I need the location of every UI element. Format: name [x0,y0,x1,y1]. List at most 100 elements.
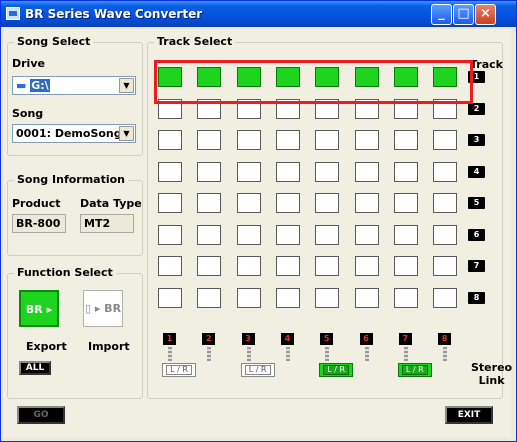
track-cell[interactable] [393,256,418,276]
track-cell[interactable] [433,256,458,276]
close-button[interactable]: × [475,4,496,25]
track-cell[interactable] [354,287,379,308]
track-cell[interactable] [393,224,418,245]
track-cell[interactable] [236,161,261,182]
track-cell[interactable] [158,224,182,245]
track-cell[interactable] [275,193,300,213]
track-cell[interactable] [354,224,379,245]
track-cell[interactable] [315,287,340,308]
track-cell[interactable] [393,193,418,213]
track-cell[interactable] [433,287,458,308]
track-cell[interactable] [315,193,340,213]
maximize-button[interactable]: □ [453,4,474,25]
export-button[interactable]: BR ▸ ▯ [19,290,59,351]
fader-icon [207,347,212,361]
track-number-7: 7 [468,260,485,272]
track-cell[interactable] [354,130,379,150]
stereo-link-button[interactable]: L / R [397,363,432,377]
minimize-button[interactable]: _ [431,4,452,25]
track-cell[interactable] [393,161,418,182]
track-cell[interactable] [433,130,458,150]
song-value: 0001: DemoSong [16,127,122,140]
track-cell[interactable] [433,224,458,245]
chevron-down-icon[interactable]: ▼ [119,126,134,141]
track-cell[interactable] [275,287,300,308]
fader-icon [325,347,330,361]
track-cell[interactable] [315,161,340,182]
song-select-group: Song Select Drive ▬ G:\ ▼ Song 0001: Dem… [7,35,143,156]
fader-icon [168,347,172,361]
track-select-title: Track Select [154,35,236,48]
song-select[interactable]: 0001: DemoSong ▼ [12,124,136,143]
track-cell[interactable] [354,161,379,182]
track-cell[interactable] [158,161,182,182]
stereo-link-button[interactable]: L / R [162,363,196,377]
track-cell[interactable] [393,287,418,308]
track-cell[interactable] [197,130,222,150]
stereo-link-label: L / R [401,365,428,375]
go-button[interactable]: GO [17,406,65,424]
data-type-value: MT2 [80,214,134,233]
track-cell[interactable] [236,130,261,150]
channel-number-1: 1 [163,333,176,345]
track-select-group: Track Select Track 1234567812345678L / R… [147,35,512,399]
stereo-link-label: Stereo Link [471,361,513,387]
track-cell[interactable] [275,256,300,276]
track-cell[interactable] [354,193,379,213]
exit-button[interactable]: EXIT [445,406,493,424]
drive-select[interactable]: ▬ G:\ ▼ [12,76,136,95]
track-number-3: 3 [468,134,485,146]
stereo-link-button[interactable]: L / R [319,363,354,377]
drive-value: G:\ [30,79,50,92]
function-select-title: Function Select [14,266,116,279]
all-button[interactable]: ALL [19,361,51,375]
title-bar[interactable]: BR Series Wave Converter _ □ × [1,1,516,27]
channel-number-8: 8 [438,333,452,345]
track-number-2: 2 [468,102,485,115]
import-button[interactable]: ▯ ▸ BR [83,290,123,327]
track-cell[interactable] [158,130,182,150]
track-cell[interactable] [433,161,458,182]
fader-icon [443,347,448,361]
track-cell[interactable] [197,193,222,213]
channel-number-6: 6 [359,333,373,345]
track-cell[interactable] [158,193,182,213]
track-cell[interactable] [433,193,458,213]
track-cell[interactable] [315,256,340,276]
window-title: BR Series Wave Converter [25,7,203,21]
track-number-4: 4 [468,165,485,178]
stereo-link-label: L / R [323,365,350,375]
track-number-8: 8 [468,291,485,304]
track-cell[interactable] [275,130,300,150]
track-cell[interactable] [197,256,222,276]
track-cell[interactable] [236,287,261,308]
track-cell[interactable] [197,287,222,308]
channel-number-3: 3 [241,333,255,345]
track-cell[interactable] [315,224,340,245]
track-cell[interactable] [236,224,261,245]
song-info-group: Song Information Product Data Type BR-80… [7,173,143,256]
track-cell[interactable] [275,224,300,245]
track-cell[interactable] [158,256,182,276]
channel-number-4: 4 [280,333,294,345]
stereo-link-button[interactable]: L / R [240,363,275,377]
track-cell[interactable] [197,161,222,182]
channel-number-2: 2 [202,333,216,345]
track-cell[interactable] [275,161,300,182]
song-select-title: Song Select [14,35,94,48]
chevron-down-icon[interactable]: ▼ [119,78,134,93]
track-cell[interactable] [393,130,418,150]
app-icon [6,7,20,20]
main-panel: Song Select Drive ▬ G:\ ▼ Song 0001: Dem… [4,29,512,437]
track-cell[interactable] [236,193,261,213]
track-cell[interactable] [354,256,379,276]
track-cell[interactable] [315,130,340,150]
track-cell[interactable] [236,256,261,276]
stereo-link-label: L / R [166,365,192,375]
track-cell[interactable] [197,224,222,245]
function-select-group: Function Select BR ▸ ▯ ▯ ▸ BR Export Imp… [7,266,143,399]
track-cell[interactable] [158,287,182,308]
drive-icon: ▬ [16,79,27,92]
track-number-6: 6 [468,228,485,241]
fader-icon [285,347,290,361]
